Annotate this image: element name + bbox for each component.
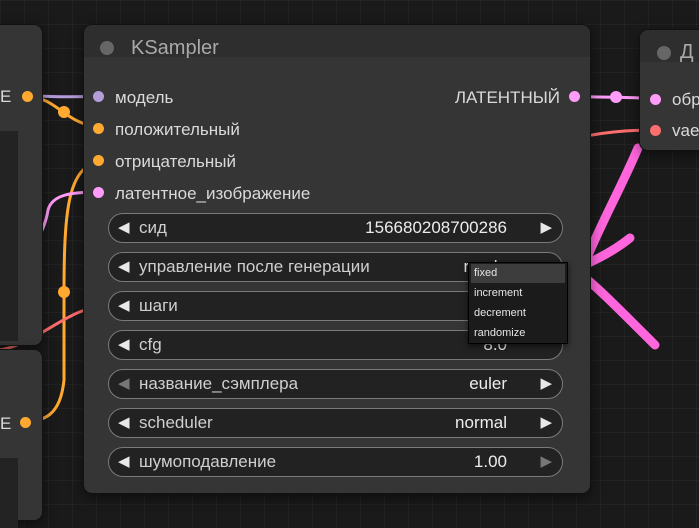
dropdown-option-increment[interactable]: increment xyxy=(471,284,565,303)
ksampler-title: KSampler xyxy=(131,37,219,59)
widget-sampler-name[interactable]: ◀ название_сэмплера euler ▶ xyxy=(108,369,563,399)
dropdown-option-randomize[interactable]: randomize xyxy=(471,324,565,343)
widget-denoise[interactable]: ◀ шумоподавление 1.00 ▶ xyxy=(108,447,563,477)
left-node-bottom-output-label: E xyxy=(0,414,12,433)
control-after-generate-label: управление после генерации xyxy=(139,257,370,276)
sampler-prev-arrow-icon[interactable]: ◀ xyxy=(118,376,130,392)
sampler-name-label: название_сэмплера xyxy=(139,374,299,393)
seed-label: сид xyxy=(139,218,167,237)
right-input-label-vae: vae xyxy=(672,121,699,140)
denoise-increment-arrow-icon[interactable]: ▶ xyxy=(540,454,552,470)
dropdown-option-fixed[interactable]: fixed xyxy=(471,264,565,283)
seed-increment-arrow-icon[interactable]: ▶ xyxy=(540,220,552,236)
seed-value: 156680208700286 xyxy=(365,218,507,237)
left-node-top[interactable] xyxy=(0,25,42,345)
right-node-collapse-dot[interactable] xyxy=(657,46,671,60)
scheduler-label: scheduler xyxy=(139,413,213,432)
input-socket-negative[interactable] xyxy=(93,155,104,166)
left-node-bottom-output-socket[interactable] xyxy=(20,417,31,428)
output-socket-latent[interactable] xyxy=(569,91,580,102)
steps-decrement-arrow-icon[interactable]: ◀ xyxy=(118,298,130,314)
left-node-bottom[interactable] xyxy=(0,350,42,528)
input-socket-positive[interactable] xyxy=(93,123,104,134)
scheduler-value: normal xyxy=(455,413,507,432)
left-node-top-output-label: E xyxy=(0,87,12,106)
denoise-value: 1.00 xyxy=(473,452,507,471)
cfg-decrement-arrow-icon[interactable]: ◀ xyxy=(118,337,130,353)
scheduler-prev-arrow-icon[interactable]: ◀ xyxy=(118,415,130,431)
ksampler-collapse-dot[interactable] xyxy=(100,41,114,55)
scheduler-next-arrow-icon[interactable]: ▶ xyxy=(540,415,552,431)
control-prev-arrow-icon[interactable]: ◀ xyxy=(118,259,130,275)
input-label-latent-image: латентное_изображение xyxy=(115,184,311,203)
left-node-top-output-socket[interactable] xyxy=(22,91,33,102)
input-label-negative: отрицательный xyxy=(115,152,237,171)
left-node-bottom-preview xyxy=(0,458,18,528)
output-label-latent: ЛАТЕНТНЫЙ xyxy=(454,88,560,107)
right-input-socket-latent[interactable] xyxy=(650,94,661,105)
denoise-label: шумоподавление xyxy=(139,452,277,471)
widget-scheduler[interactable]: ◀ scheduler normal ▶ xyxy=(108,408,563,438)
cfg-label: cfg xyxy=(139,335,162,354)
control-after-generate-dropdown[interactable]: fixed increment decrement randomize xyxy=(468,262,568,344)
seed-decrement-arrow-icon[interactable]: ◀ xyxy=(118,220,130,236)
widget-seed[interactable]: ◀ сид 156680208700286 ▶ xyxy=(108,213,563,243)
link-reroute-dot-positive xyxy=(58,106,70,118)
steps-label: шаги xyxy=(139,296,178,315)
link-reroute-dot-negative xyxy=(58,286,70,298)
input-socket-latent-image[interactable] xyxy=(93,187,104,198)
right-node-title: Д xyxy=(680,41,694,63)
denoise-decrement-arrow-icon[interactable]: ◀ xyxy=(118,454,130,470)
ksampler-titlebar[interactable]: KSampler xyxy=(84,25,590,59)
right-node[interactable]: Д обр vae xyxy=(640,30,699,150)
right-input-socket-vae[interactable] xyxy=(650,125,661,136)
sampler-name-value: euler xyxy=(469,374,507,393)
sampler-next-arrow-icon[interactable]: ▶ xyxy=(540,376,552,392)
left-node-top-preview xyxy=(0,131,18,341)
right-node-titlebar[interactable]: Д xyxy=(640,30,699,63)
right-input-label-latent: обр xyxy=(672,90,699,109)
dropdown-option-decrement[interactable]: decrement xyxy=(471,304,565,323)
input-socket-model[interactable] xyxy=(93,91,104,102)
ksampler-node[interactable]: KSampler модель положительный отрицатель… xyxy=(84,25,590,493)
link-reroute-dot-latent xyxy=(610,91,622,103)
input-label-positive: положительный xyxy=(115,120,240,139)
input-label-model: модель xyxy=(115,88,174,107)
